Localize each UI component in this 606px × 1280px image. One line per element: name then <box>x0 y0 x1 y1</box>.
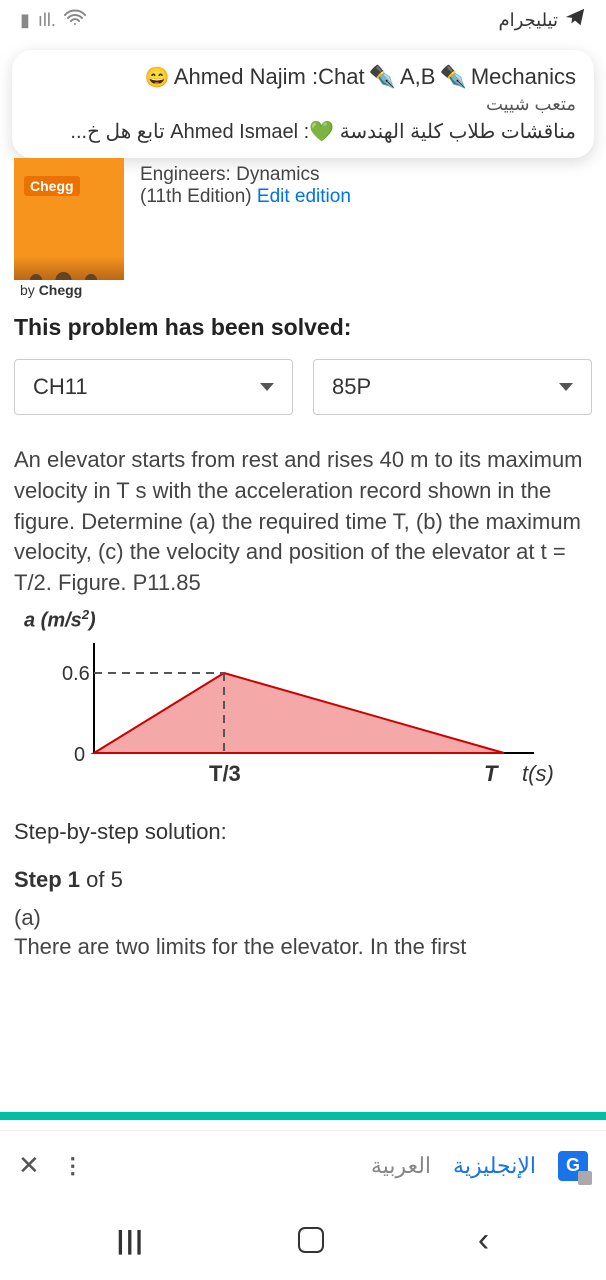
more-icon[interactable]: ⋮ <box>62 1153 84 1179</box>
notif-mid: A,B <box>400 64 435 90</box>
problem-text: An elevator starts from rest and rises 4… <box>14 445 592 599</box>
app-label: تيليجرام <box>498 10 558 31</box>
ytick-0.6: 0.6 <box>62 663 90 685</box>
origin-0: 0 <box>74 744 85 766</box>
lang-arabic[interactable]: العربية <box>371 1153 431 1179</box>
step-body: (a) There are two limits for the elevato… <box>14 903 592 962</box>
chapter-value: CH11 <box>33 374 88 400</box>
by-chegg-label: by Chegg <box>14 280 124 300</box>
notif-subtitle: متعب شييت <box>30 94 576 115</box>
notif-right: Mechanics <box>471 64 576 90</box>
xtick-T3: T/3 <box>209 761 241 786</box>
notif-body: مناقشات طلاب كلية الهندسة 💚: Ahmed Ismae… <box>30 119 576 144</box>
notification-card[interactable]: 😄 Ahmed Najim :Chat ✒️ A,B ✒️ Mechanics … <box>12 50 594 158</box>
notif-sender: Ahmed Najim :Chat <box>174 64 365 90</box>
google-translate-icon[interactable]: G <box>558 1151 588 1181</box>
xtick-T: T <box>484 761 499 786</box>
book-cover[interactable]: Chegg by Chegg <box>14 158 124 298</box>
chart-ylabel: a (m/s2) <box>24 607 592 633</box>
translate-bar: ✕ ⋮ العربية الإنجليزية G <box>0 1130 606 1200</box>
battery-icon: ▮ <box>20 10 30 31</box>
acceleration-chart: a (m/s2) 0.6 0 T/3 T t(s) <box>14 607 592 793</box>
progress-divider <box>0 1112 606 1120</box>
edit-edition-link[interactable]: Edit edition <box>257 186 351 207</box>
chevron-down-icon <box>260 383 274 391</box>
android-nav-bar: ||| ‹ <box>0 1200 606 1280</box>
pen-icon: ✒️ <box>369 64 396 90</box>
telegram-icon <box>564 6 586 34</box>
book-title: Engineers: Dynamics <box>140 164 351 186</box>
nav-recent-button[interactable]: ||| <box>117 1225 145 1256</box>
xlabel: t(s) <box>522 761 554 786</box>
book-edition: (11th Edition) <box>140 186 252 207</box>
step-counter: Step 1 of 5 <box>14 867 592 893</box>
pen-icon: ✒️ <box>439 64 466 90</box>
solution-heading: Step-by-step solution: <box>14 819 592 845</box>
problem-value: 85P <box>332 374 371 400</box>
close-icon[interactable]: ✕ <box>18 1150 40 1181</box>
nav-home-button[interactable] <box>298 1227 324 1253</box>
nav-back-button[interactable]: ‹ <box>478 1221 489 1260</box>
laugh-emoji-icon: 😄 <box>145 65 170 90</box>
chevron-down-icon <box>559 383 573 391</box>
chegg-badge: Chegg <box>24 176 80 196</box>
solved-heading: This problem has been solved: <box>14 314 592 341</box>
problem-select[interactable]: 85P <box>313 359 592 415</box>
lang-english[interactable]: الإنجليزية <box>453 1153 536 1179</box>
heart-icon: 💚 <box>309 121 334 143</box>
wifi-icon <box>64 9 86 32</box>
chapter-select[interactable]: CH11 <box>14 359 293 415</box>
signal-icon: ıll. <box>38 10 56 31</box>
